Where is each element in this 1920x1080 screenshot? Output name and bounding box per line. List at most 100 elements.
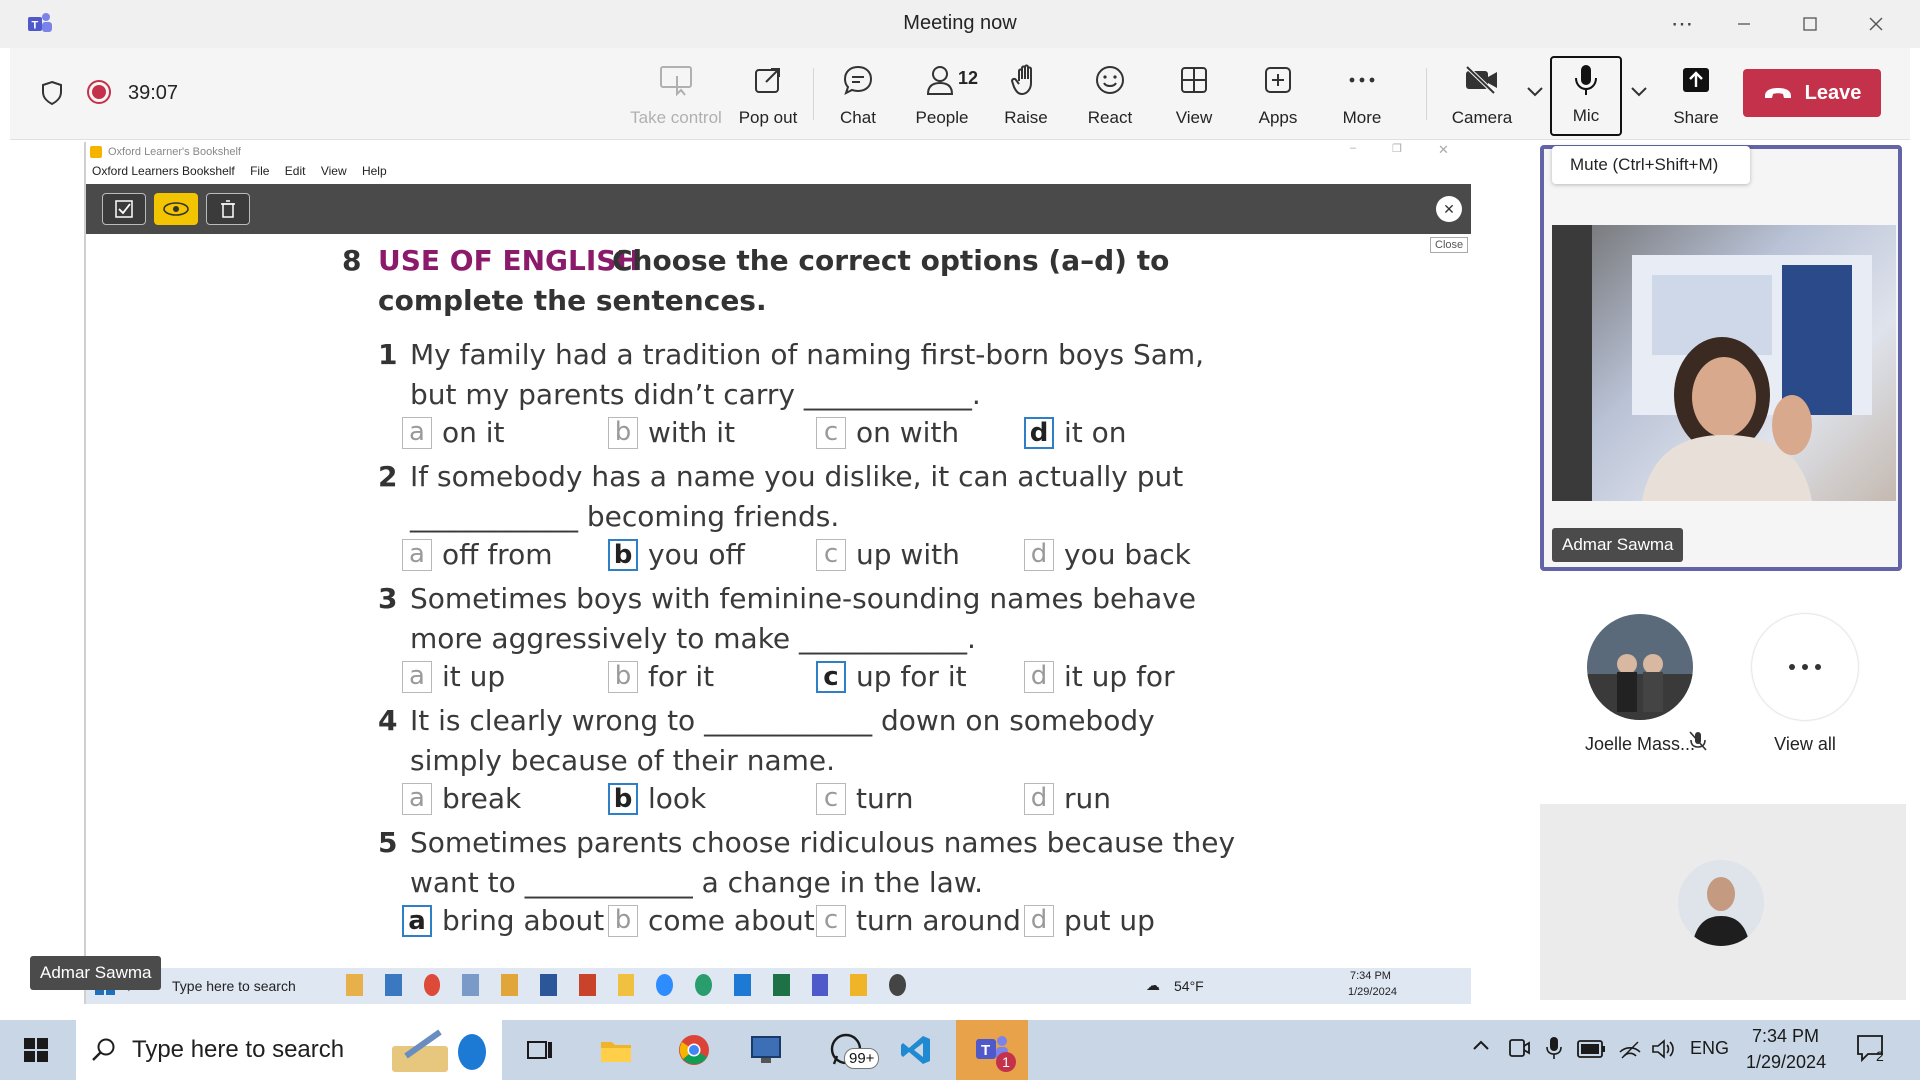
react-button[interactable]: React — [1068, 60, 1152, 136]
shared-menu-bar: Oxford Learners Bookshelf File Edit View… — [86, 164, 1471, 184]
whatsapp-button[interactable]: 99+ — [818, 1028, 880, 1072]
more-button[interactable]: More — [1320, 60, 1404, 136]
volume-icon[interactable] — [1650, 1038, 1676, 1060]
option-a[interactable]: a on it — [402, 416, 505, 449]
minimize-button[interactable] — [1724, 8, 1764, 40]
option-b[interactable]: b you off — [608, 538, 745, 571]
show-answers-eye-icon[interactable] — [154, 193, 198, 225]
option-c[interactable]: c up with — [816, 538, 960, 571]
excel-icon — [772, 974, 790, 996]
microphone-tray-icon[interactable] — [1546, 1036, 1562, 1060]
toolbar-divider — [813, 68, 814, 120]
share-button[interactable]: Share — [1654, 60, 1738, 136]
shared-clock-date: 1/29/2024 — [1348, 986, 1397, 998]
option-b[interactable]: b with it — [608, 416, 735, 449]
search-highlight-icon — [386, 1026, 496, 1076]
taskbar-search-box[interactable]: Type here to search — [76, 1020, 502, 1080]
option-d[interactable]: d it up for — [1024, 660, 1175, 693]
battery-icon[interactable] — [1576, 1038, 1606, 1060]
option-d[interactable]: d you back — [1024, 538, 1191, 571]
camera-options-chevron-icon[interactable] — [1526, 86, 1544, 98]
view-button[interactable]: View — [1152, 60, 1236, 136]
option-b[interactable]: b for it — [608, 660, 714, 693]
take-control-button[interactable]: Take control — [624, 60, 728, 136]
exercise-label: USE OF ENGLISH — [378, 244, 640, 277]
option-c[interactable]: c up for it — [816, 660, 967, 693]
computer-app-button[interactable] — [738, 1028, 794, 1072]
edge-icon — [695, 974, 712, 996]
leave-button[interactable]: Leave — [1743, 69, 1881, 117]
chat-button[interactable]: Chat — [816, 60, 900, 136]
shared-minimize-icon: – — [1350, 142, 1357, 154]
question-number: 2 — [378, 460, 398, 493]
participant-tile[interactable] — [1540, 804, 1906, 1000]
more-options-button[interactable]: ⋯ — [1662, 8, 1702, 40]
media-player-icon — [889, 974, 906, 996]
task-view-button[interactable] — [512, 1028, 568, 1072]
smiley-icon — [1094, 60, 1126, 100]
show-hidden-icons-chevron-icon[interactable] — [1472, 1038, 1490, 1052]
menu-item[interactable]: View — [321, 164, 347, 178]
maximize-button[interactable] — [1790, 8, 1830, 40]
question-text: It is clearly wrong to ____________ down… — [410, 704, 1155, 737]
shared-app-title-bar: Oxford Learner's Bookshelf – ❐ ✕ — [86, 142, 1471, 164]
people-button[interactable]: 12 People — [900, 60, 984, 136]
notifications-button[interactable]: 2 — [1856, 1034, 1886, 1064]
check-answers-icon[interactable] — [102, 193, 146, 225]
minimize-icon — [1738, 23, 1750, 25]
clock-time[interactable]: 7:34 PM — [1752, 1026, 1819, 1047]
avatar — [1587, 614, 1693, 720]
chrome-button[interactable] — [666, 1028, 722, 1072]
option-d[interactable]: d it on — [1024, 416, 1127, 449]
apps-button[interactable]: Apps — [1236, 60, 1320, 136]
teams-taskbar-button[interactable]: T 1 — [956, 1020, 1028, 1080]
menu-item[interactable]: File — [250, 164, 269, 178]
clock-date[interactable]: 1/29/2024 — [1746, 1052, 1826, 1073]
hand-icon — [1011, 60, 1041, 100]
participant-name-tag: Admar Sawma — [1552, 528, 1684, 562]
mic-button[interactable]: Mic — [1550, 56, 1622, 136]
share-icon — [1681, 60, 1711, 100]
menu-item[interactable]: Help — [362, 164, 387, 178]
raise-hand-button[interactable]: Raise — [984, 60, 1068, 136]
option-c[interactable]: c turn — [816, 782, 914, 815]
language-indicator[interactable]: ENG — [1690, 1038, 1729, 1059]
question-number: 3 — [378, 582, 398, 615]
meet-now-icon[interactable] — [1508, 1036, 1530, 1060]
option-a[interactable]: a off from — [402, 538, 552, 571]
wifi-icon[interactable] — [1616, 1038, 1644, 1060]
camera-button[interactable]: Camera — [1440, 60, 1524, 136]
option-c[interactable]: c turn around — [816, 904, 1021, 937]
chat-icon — [842, 60, 874, 100]
shared-clock-time: 7:34 PM — [1350, 970, 1391, 982]
close-window-button[interactable] — [1856, 8, 1896, 40]
start-button[interactable] — [8, 1028, 64, 1072]
vscode-button[interactable] — [888, 1028, 944, 1072]
maximize-icon — [1803, 17, 1817, 31]
vscode-icon — [901, 1036, 930, 1064]
view-all-button[interactable]: View all — [1752, 614, 1858, 755]
menu-item[interactable]: Oxford Learners Bookshelf — [92, 164, 235, 178]
shield-icon[interactable] — [40, 80, 64, 106]
option-c[interactable]: c on with — [816, 416, 959, 449]
option-b[interactable]: b come about — [608, 904, 815, 937]
file-explorer-button[interactable] — [588, 1028, 644, 1072]
question-text: want to ____________ a change in the law… — [410, 866, 984, 899]
mic-options-chevron-icon[interactable] — [1630, 86, 1648, 98]
shared-search-text: Type here to search — [172, 978, 296, 994]
ellipsis-icon: ⋯ — [1671, 11, 1693, 36]
option-a[interactable]: a it up — [402, 660, 505, 693]
close-panel-button[interactable]: ✕ — [1436, 196, 1462, 222]
option-a[interactable]: a break — [402, 782, 521, 815]
option-d[interactable]: d run — [1024, 782, 1111, 815]
option-b[interactable]: b look — [608, 782, 706, 815]
participant-video-tile[interactable]: Admar Sawma — [1540, 145, 1902, 571]
option-a[interactable]: a bring about — [402, 904, 604, 937]
question-text: but my parents didn’t carry ____________… — [410, 378, 981, 411]
participant-video-image — [1552, 225, 1872, 501]
option-d[interactable]: d put up — [1024, 904, 1155, 937]
menu-item[interactable]: Edit — [285, 164, 306, 178]
trash-icon[interactable] — [206, 193, 250, 225]
shared-taskbar-apps — [346, 974, 906, 998]
pop-out-button[interactable]: Pop out — [726, 60, 810, 136]
